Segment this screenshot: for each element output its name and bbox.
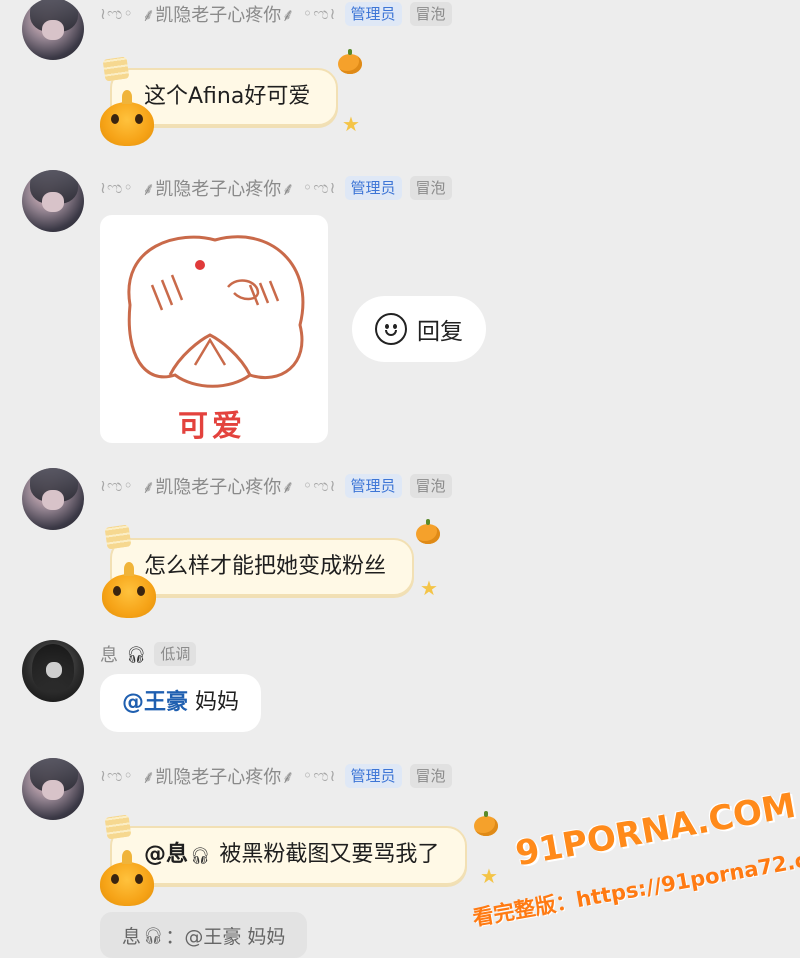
name-decoration: ◦ಌ≀ xyxy=(302,476,337,495)
smile-icon xyxy=(375,313,407,345)
badge-admin: 管理员 xyxy=(344,474,402,498)
message-text: 怎么样才能把她变成粉丝 xyxy=(144,554,387,579)
sender-name[interactable]: ⸙凯隐老子心疼你⸙ xyxy=(142,473,295,499)
sender-name[interactable]: ⸙凯隐老子心疼你⸙ xyxy=(142,175,295,201)
mention-link[interactable]: @王豪 xyxy=(122,690,188,715)
headphone-icon: 🎧︎ xyxy=(126,644,147,664)
name-decoration: ≀ಌ◦ xyxy=(100,766,134,785)
badge-admin: 管理员 xyxy=(344,2,402,26)
sender-name[interactable]: 息 xyxy=(100,641,118,667)
badge-level: 冒泡 xyxy=(409,764,452,788)
duck-icon xyxy=(100,850,154,906)
name-decoration: ◦ಌ≀ xyxy=(302,4,337,23)
duck-icon xyxy=(102,562,156,618)
name-decoration: ◦ಌ≀ xyxy=(302,178,337,197)
sender-name[interactable]: ⸙凯隐老子心疼你⸙ xyxy=(142,763,295,789)
sticker-caption: 可爱 xyxy=(178,409,246,443)
sender-line: ≀ಌ◦ ⸙凯隐老子心疼你⸙ ◦ಌ≀ 管理员 冒泡 xyxy=(100,0,452,30)
pumpkin-icon xyxy=(338,49,362,74)
badge-admin: 管理员 xyxy=(344,176,402,200)
avatar[interactable] xyxy=(22,758,84,820)
badge-level: 低调 xyxy=(154,642,197,666)
quoted-user: 息 xyxy=(122,925,142,948)
quoted-text: ：@王豪 妈妈 xyxy=(165,925,286,948)
duck-icon xyxy=(100,90,154,146)
decoration-icon xyxy=(104,814,132,840)
message-text: 这个Afina好可爱 xyxy=(144,84,311,109)
decoration-icon xyxy=(104,524,132,550)
watermark: 91PORNA.COM 看完整版：https://91porna72.com xyxy=(470,786,800,945)
avatar[interactable] xyxy=(22,170,84,232)
decoration-icon xyxy=(102,56,130,82)
reply-label: 回复 xyxy=(417,319,463,345)
headphone-icon: 🎧︎ xyxy=(143,925,164,945)
sender-line: ≀ಌ◦ ⸙凯隐老子心疼你⸙ ◦ಌ≀ 管理员 冒泡 xyxy=(100,760,452,792)
avatar[interactable] xyxy=(22,640,84,702)
message-bubble[interactable]: @王豪 妈妈 xyxy=(100,674,262,732)
sticker-image[interactable]: 可爱 xyxy=(100,215,328,443)
message-text: 妈妈 xyxy=(188,690,240,715)
star-icon: ★ xyxy=(342,112,360,136)
star-icon: ★ xyxy=(420,576,438,600)
avatar[interactable] xyxy=(22,468,84,530)
sender-line: 息 🎧︎ 低调 xyxy=(100,638,197,670)
sender-line: ≀ಌ◦ ⸙凯隐老子心疼你⸙ ◦ಌ≀ 管理员 冒泡 xyxy=(100,172,452,204)
quoted-reply[interactable]: 息 🎧︎ ：@王豪 妈妈 xyxy=(100,912,308,958)
badge-level: 冒泡 xyxy=(409,2,452,26)
headphone-icon: 🎧︎ xyxy=(190,846,211,865)
message-text: 被黑粉截图又要骂我了 xyxy=(212,842,440,867)
sender-line: ≀ಌ◦ ⸙凯隐老子心疼你⸙ ◦ಌ≀ 管理员 冒泡 xyxy=(100,470,452,502)
badge-admin: 管理员 xyxy=(344,764,402,788)
sender-name[interactable]: ⸙凯隐老子心疼你⸙ xyxy=(142,1,295,27)
avatar[interactable] xyxy=(22,0,84,60)
pumpkin-icon xyxy=(416,519,440,544)
name-decoration: ≀ಌ◦ xyxy=(100,4,134,23)
message-bubble[interactable]: 怎么样才能把她变成粉丝 xyxy=(110,538,415,596)
message-bubble[interactable]: @息 🎧︎ 被黑粉截图又要骂我了 xyxy=(110,826,468,885)
name-decoration: ≀ಌ◦ xyxy=(100,178,134,197)
badge-level: 冒泡 xyxy=(409,176,452,200)
mention-link[interactable]: @息 xyxy=(144,842,188,867)
name-decoration: ≀ಌ◦ xyxy=(100,476,134,495)
name-decoration: ◦ಌ≀ xyxy=(302,766,337,785)
badge-level: 冒泡 xyxy=(409,474,452,498)
reply-button[interactable]: 回复 xyxy=(352,296,486,362)
